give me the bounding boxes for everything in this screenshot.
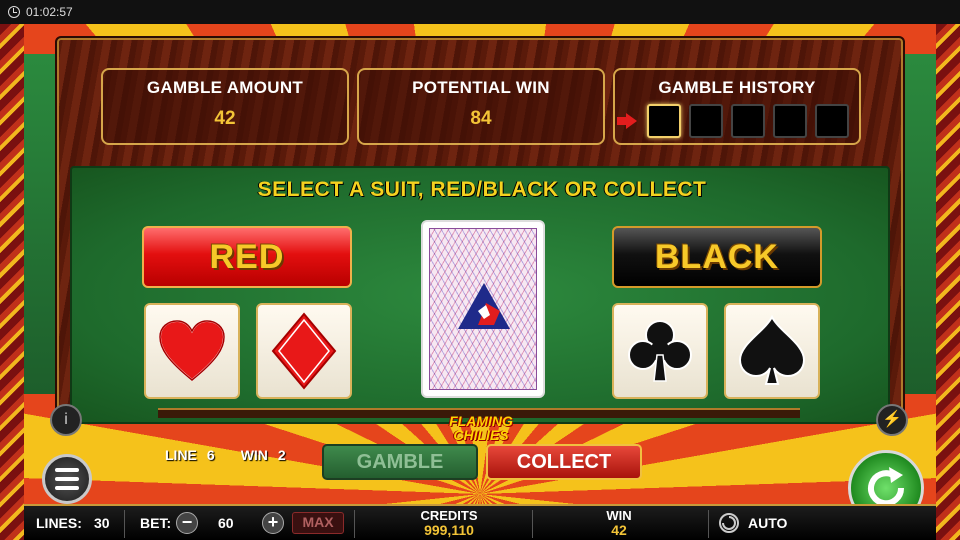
history-slot bbox=[730, 104, 765, 138]
diamond-icon bbox=[271, 312, 337, 390]
credits-value: 999,110 bbox=[424, 522, 474, 538]
history-slot bbox=[814, 104, 849, 138]
auto-label: AUTO bbox=[748, 515, 788, 531]
lines-label: LINES: bbox=[36, 515, 82, 531]
potential-win-label: POTENTIAL WIN bbox=[412, 78, 550, 97]
face-down-card bbox=[421, 220, 545, 398]
gamble-history-slots bbox=[615, 104, 859, 138]
line-label: LINE bbox=[165, 447, 197, 463]
gamble-prompt: SELECT A SUIT, RED/BLACK OR COLLECT bbox=[257, 178, 707, 201]
history-pointer-arrow-icon bbox=[616, 113, 637, 129]
bottom-bar: LINES: 30 BET: − 60 + MAX CREDITS 999,11… bbox=[24, 504, 936, 540]
win-display: WIN 42 bbox=[584, 508, 654, 538]
right-border-decoration bbox=[936, 24, 960, 540]
status-time: 01:02:57 bbox=[26, 5, 73, 19]
line-value: 6 bbox=[206, 447, 215, 463]
gamble-table: SELECT A SUIT, RED/BLACK OR COLLECT RED … bbox=[70, 166, 890, 424]
bet-label: BET: bbox=[140, 515, 172, 531]
potential-win-box: POTENTIAL WIN 84 bbox=[357, 68, 605, 145]
clock-icon bbox=[8, 6, 20, 18]
gamble-amount-box: GAMBLE AMOUNT 42 bbox=[101, 68, 349, 145]
win-value: 42 bbox=[611, 522, 627, 538]
line-win-label: WIN bbox=[240, 447, 268, 463]
separator bbox=[124, 510, 125, 538]
history-slot bbox=[688, 104, 723, 138]
max-bet-button: MAX bbox=[292, 512, 344, 534]
potential-win-value: 84 bbox=[470, 108, 492, 129]
separator bbox=[532, 510, 533, 538]
collect-button[interactable]: COLLECT bbox=[486, 444, 642, 480]
win-label: WIN bbox=[606, 508, 632, 523]
credits-label: CREDITS bbox=[420, 508, 478, 523]
line-win-readout: LINE 6 WIN 2 bbox=[165, 447, 286, 463]
gamble-history-box: GAMBLE HISTORY bbox=[613, 68, 861, 145]
separator bbox=[354, 510, 355, 538]
club-button[interactable] bbox=[612, 303, 708, 399]
hamburger-icon bbox=[55, 468, 79, 472]
logo-line-1: FLAMING bbox=[449, 413, 513, 429]
lines-value: 30 bbox=[94, 515, 110, 531]
club-icon bbox=[628, 320, 692, 382]
bet-decrease-button[interactable]: − bbox=[176, 512, 198, 534]
left-border-decoration bbox=[0, 24, 24, 540]
menu-button[interactable] bbox=[42, 454, 92, 504]
gamble-amount-value: 42 bbox=[214, 108, 236, 129]
gamble-history-label: GAMBLE HISTORY bbox=[658, 78, 816, 97]
diamond-button[interactable] bbox=[256, 303, 352, 399]
game-logo: FLAMING CHILIES bbox=[442, 414, 520, 446]
separator bbox=[708, 510, 709, 538]
bet-value: 60 bbox=[218, 515, 234, 531]
game-scene: GAMBLE AMOUNT 42 POTENTIAL WIN 84 GAMBLE… bbox=[0, 24, 960, 540]
logo-line-2: CHILIES bbox=[453, 427, 509, 443]
spade-button[interactable] bbox=[724, 303, 820, 399]
gamble-button: GAMBLE bbox=[322, 444, 478, 480]
red-button[interactable]: RED bbox=[142, 226, 352, 288]
gamble-amount-label: GAMBLE AMOUNT bbox=[146, 78, 304, 97]
black-button[interactable]: BLACK bbox=[612, 226, 822, 288]
line-win-value: 2 bbox=[277, 447, 286, 463]
lightning-icon[interactable]: ⚡ bbox=[876, 404, 908, 436]
heart-button[interactable] bbox=[144, 303, 240, 399]
credits-display: CREDITS 999,110 bbox=[404, 508, 494, 538]
bet-stepper: − 60 + bbox=[176, 512, 286, 534]
card-back-pattern bbox=[429, 228, 537, 390]
status-bar: 01:02:57 bbox=[0, 0, 960, 24]
autoplay-icon bbox=[719, 513, 739, 533]
history-slot bbox=[646, 104, 681, 138]
heart-icon bbox=[158, 319, 226, 382]
spade-icon bbox=[738, 314, 806, 385]
auto-play-button[interactable]: AUTO bbox=[718, 512, 787, 534]
card-logo-icon bbox=[458, 283, 510, 329]
history-slot bbox=[772, 104, 807, 138]
info-icon[interactable]: i bbox=[50, 404, 82, 436]
bet-increase-button[interactable]: + bbox=[262, 512, 284, 534]
